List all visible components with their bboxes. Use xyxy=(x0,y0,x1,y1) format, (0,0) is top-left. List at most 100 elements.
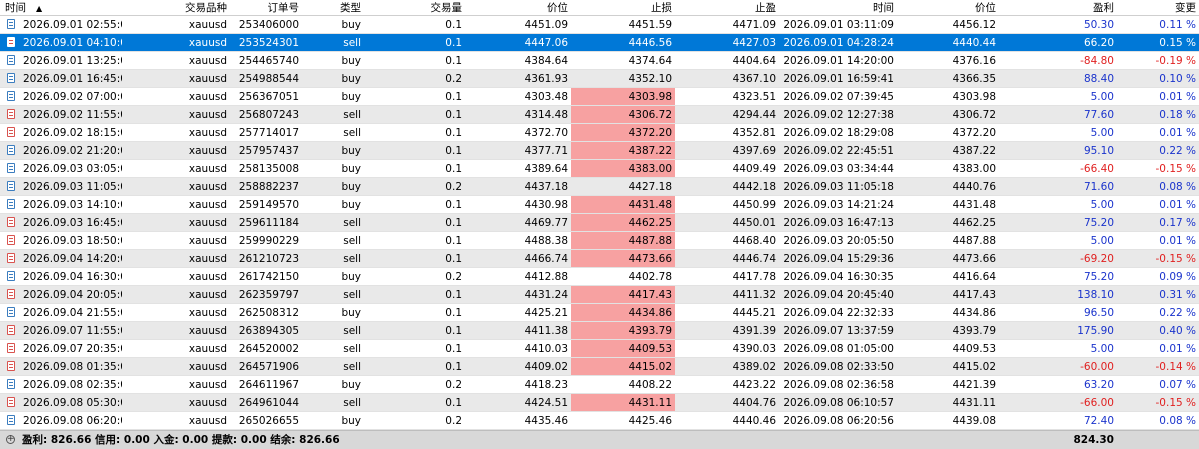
table-row[interactable]: 2026.09.03 14:10:00 xauusd 259149570 buy 0.1… xyxy=(0,196,1199,214)
table-row[interactable]: 2026.09.08 05:30:00 xauusd 264961044 sell 0.… xyxy=(0,394,1199,412)
cell-profit: -66.00 xyxy=(1080,397,1114,409)
table-row[interactable]: 2026.09.02 11:55:00 xauusd 256807243 sell 0.… xyxy=(0,106,1199,124)
table-row[interactable]: 2026.09.04 16:30:00 xauusd 261742150 buy 0.2… xyxy=(0,268,1199,286)
table-row[interactable]: 2026.09.08 06:20:00 xauusd 265026655 buy 0.2… xyxy=(0,412,1199,430)
table-row[interactable]: 2026.09.01 04:10:00 xauusd 253524301 sell 0.… xyxy=(0,34,1199,52)
cell-close-price: 4439.08 xyxy=(952,415,996,427)
cell-stop-loss: 4425.46 xyxy=(628,415,672,427)
cell-close-time: 2026.09.03 20:05:50 xyxy=(783,235,894,247)
cell-volume: 0.2 xyxy=(445,73,462,85)
cell-change: 0.22 % xyxy=(1159,307,1196,319)
column-header-symbol[interactable]: 交易品种 xyxy=(122,0,230,15)
table-row[interactable]: 2026.09.03 18:50:00 xauusd 259990229 sell 0.… xyxy=(0,232,1199,250)
column-header-close-price[interactable]: 价位 xyxy=(897,0,999,15)
cell-type: buy xyxy=(341,379,361,391)
cell-stop-loss: 4372.20 xyxy=(571,124,675,141)
cell-take-profit: 4471.09 xyxy=(732,19,776,31)
table-row[interactable]: 2026.09.03 11:05:00 xauusd 258882237 buy 0.2… xyxy=(0,178,1199,196)
cell-volume: 0.2 xyxy=(445,415,462,427)
cell-order: 262508312 xyxy=(238,307,299,319)
cell-order: 256367051 xyxy=(238,91,299,103)
table-row[interactable]: 2026.09.04 14:20:00 xauusd 261210723 sell 0.… xyxy=(0,250,1199,268)
account-summary-row: + 盈利: 826.66 信用: 0.00 入金: 0.00 提款: 0.00 … xyxy=(0,430,1199,449)
table-row[interactable]: 2026.09.02 21:20:00 xauusd 257957437 buy 0.1… xyxy=(0,142,1199,160)
cell-stop-loss: 4387.22 xyxy=(571,142,675,159)
column-header-volume[interactable]: 交易量 xyxy=(364,0,465,15)
table-row[interactable]: 2026.09.08 02:35:00 xauusd 264611967 buy 0.2… xyxy=(0,376,1199,394)
summary-total-profit: 824.30 xyxy=(1073,434,1114,446)
cell-type: buy xyxy=(341,145,361,157)
expand-plus-icon[interactable]: + xyxy=(6,435,15,444)
column-header-type[interactable]: 类型 xyxy=(302,0,364,15)
table-row[interactable]: 2026.09.08 01:35:00 xauusd 264571906 sell 0.… xyxy=(0,358,1199,376)
cell-time: 2026.09.08 06:20:00 xyxy=(23,415,122,427)
cell-type: buy xyxy=(341,19,361,31)
cell-symbol: xauusd xyxy=(188,307,227,319)
cell-volume: 0.1 xyxy=(445,145,462,157)
cell-stop-loss: 4402.78 xyxy=(628,271,672,283)
cell-close-price: 4306.72 xyxy=(952,109,996,121)
cell-close-price: 4383.00 xyxy=(952,163,996,175)
table-row[interactable]: 2026.09.01 02:55:00 xauusd 253406000 buy 0.1… xyxy=(0,16,1199,34)
table-row[interactable]: 2026.09.02 07:00:00 xauusd 256367051 buy 0.1… xyxy=(0,88,1199,106)
cell-close-price: 4417.43 xyxy=(952,289,996,301)
cell-change: -0.15 % xyxy=(1155,397,1196,409)
cell-close-price: 4456.12 xyxy=(952,19,996,31)
table-row[interactable]: 2026.09.01 16:45:00 xauusd 254988544 buy 0.2… xyxy=(0,70,1199,88)
trade-history-table: 时间 ▲ 交易品种 订单号 类型 交易量 价位 止损 止盈 时间 价位 盈利 变更… xyxy=(0,0,1199,449)
cell-change: 0.07 % xyxy=(1159,379,1196,391)
table-row[interactable]: 2026.09.07 11:55:00 xauusd 263894305 sell 0.… xyxy=(0,322,1199,340)
cell-type: buy xyxy=(341,271,361,283)
cell-change: 0.01 % xyxy=(1159,91,1196,103)
cell-take-profit: 4404.64 xyxy=(732,55,776,67)
column-header-price[interactable]: 价位 xyxy=(465,0,571,15)
cell-symbol: xauusd xyxy=(188,325,227,337)
column-header-change[interactable]: 变更 xyxy=(1117,0,1199,15)
cell-stop-loss: 4451.59 xyxy=(628,19,672,31)
column-header-take-profit[interactable]: 止盈 xyxy=(675,0,779,15)
table-row[interactable]: 2026.09.07 20:35:05 xauusd 264520002 sell 0.… xyxy=(0,340,1199,358)
cell-profit: 96.50 xyxy=(1083,307,1114,319)
column-header-stop-loss[interactable]: 止损 xyxy=(571,0,675,15)
cell-order: 258135008 xyxy=(238,163,299,175)
column-header-close-time[interactable]: 时间 xyxy=(779,0,897,15)
cell-volume: 0.1 xyxy=(445,397,462,409)
cell-close-price: 4431.48 xyxy=(952,199,996,211)
cell-symbol: xauusd xyxy=(188,145,227,157)
cell-time: 2026.09.08 01:35:00 xyxy=(23,361,122,373)
cell-take-profit: 4294.44 xyxy=(732,109,776,121)
table-row[interactable]: 2026.09.03 03:05:00 xauusd 258135008 buy 0.1… xyxy=(0,160,1199,178)
table-row[interactable]: 2026.09.02 18:15:00 xauusd 257714017 sell 0.… xyxy=(0,124,1199,142)
cell-price: 4488.38 xyxy=(524,235,568,247)
table-row[interactable]: 2026.09.03 16:45:00 xauusd 259611184 sell 0.… xyxy=(0,214,1199,232)
cell-volume: 0.1 xyxy=(445,289,462,301)
cell-change: 0.10 % xyxy=(1159,73,1196,85)
cell-time: 2026.09.04 20:05:00 xyxy=(23,289,122,301)
cell-time: 2026.09.01 13:25:00 xyxy=(23,55,122,67)
cell-symbol: xauusd xyxy=(188,415,227,427)
cell-close-price: 4303.98 xyxy=(952,91,996,103)
cell-close-time: 2026.09.04 20:45:40 xyxy=(783,289,894,301)
table-row[interactable]: 2026.09.04 20:05:00 xauusd 262359797 sell 0.… xyxy=(0,286,1199,304)
summary-text: 盈利: 826.66 信用: 0.00 入金: 0.00 提款: 0.00 结余… xyxy=(22,434,340,446)
cell-profit: 5.00 xyxy=(1090,91,1114,103)
table-row[interactable]: 2026.09.01 13:25:00 xauusd 254465740 buy 0.1… xyxy=(0,52,1199,70)
cell-change: 0.01 % xyxy=(1159,199,1196,211)
cell-price: 4435.46 xyxy=(524,415,568,427)
cell-profit: 5.00 xyxy=(1090,235,1114,247)
cell-volume: 0.1 xyxy=(445,55,462,67)
cell-close-time: 2026.09.03 16:47:13 xyxy=(783,217,894,229)
cell-close-time: 2026.09.04 22:32:33 xyxy=(783,307,894,319)
cell-close-price: 4372.20 xyxy=(952,127,996,139)
column-header-profit[interactable]: 盈利 xyxy=(999,0,1117,15)
table-row[interactable]: 2026.09.04 21:55:00 xauusd 262508312 buy 0.1… xyxy=(0,304,1199,322)
column-header-time[interactable]: 时间 ▲ xyxy=(0,0,122,15)
cell-order: 261742150 xyxy=(238,271,299,283)
cell-take-profit: 4390.03 xyxy=(732,343,776,355)
column-header-order[interactable]: 订单号 xyxy=(230,0,302,15)
cell-price: 4418.23 xyxy=(524,379,568,391)
cell-volume: 0.1 xyxy=(445,163,462,175)
cell-symbol: xauusd xyxy=(188,55,227,67)
cell-order: 257714017 xyxy=(238,127,299,139)
cell-volume: 0.1 xyxy=(445,109,462,121)
